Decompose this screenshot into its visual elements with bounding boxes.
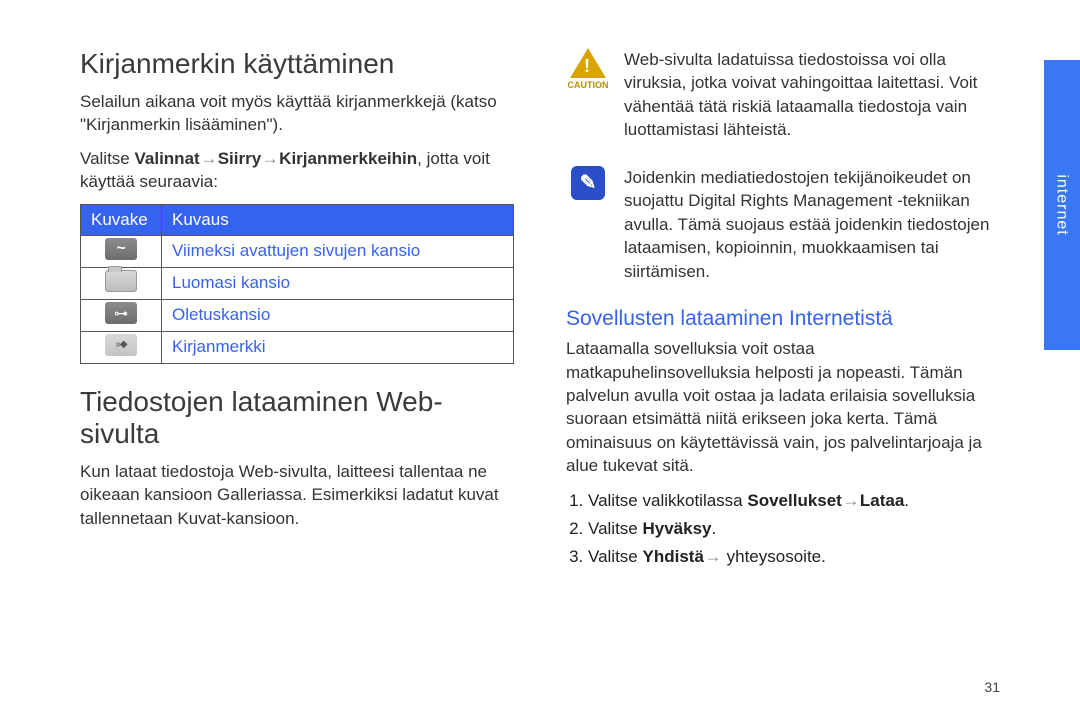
- caution-icon: CAUTION: [566, 48, 610, 152]
- note-block: ✎ Joidenkin mediatiedostojen tekijänoike…: [566, 166, 1000, 293]
- step-2: Valitse Hyväksy.: [588, 516, 1000, 542]
- download-apps-para: Lataamalla sovelluksia voit ostaa matkap…: [566, 337, 1000, 478]
- table-row: Luomasi kansio: [81, 267, 514, 299]
- side-tab-label: internet: [1053, 174, 1071, 235]
- recent-folder-icon: [105, 238, 137, 260]
- note-icon: ✎: [566, 166, 610, 293]
- table-row: Kirjanmerkki: [81, 331, 514, 363]
- arrow-icon: →: [261, 147, 279, 170]
- download-files-para: Kun lataat tiedostoja Web-sivulta, laitt…: [80, 460, 514, 530]
- step-3: Valitse Yhdistä→ yhteysosoite.: [588, 544, 1000, 570]
- arrow-icon: →: [200, 147, 218, 170]
- steps-list: Valitse valikkotilassa Sovellukset→Lataa…: [566, 488, 1000, 571]
- caution-block: CAUTION Web-sivulta ladatuissa tiedostoi…: [566, 48, 1000, 152]
- arrow-icon: →: [704, 544, 722, 570]
- step-1: Valitse valikkotilassa Sovellukset→Lataa…: [588, 488, 1000, 514]
- page-number: 31: [984, 679, 1000, 695]
- caution-text: Web-sivulta ladatuissa tiedostoissa voi …: [624, 48, 1000, 142]
- bookmark-icon: [105, 334, 137, 356]
- arrow-icon: →: [842, 488, 860, 514]
- left-column: Kirjanmerkin käyttäminen Selailun aikana…: [80, 48, 514, 573]
- default-folder-icon: [105, 302, 137, 324]
- right-column: CAUTION Web-sivulta ladatuissa tiedostoi…: [566, 48, 1000, 573]
- side-tab: internet: [1044, 0, 1080, 721]
- heading-bookmark-use: Kirjanmerkin käyttäminen: [80, 48, 514, 80]
- note-text: Joidenkin mediatiedostojen tekijänoikeud…: [624, 166, 1000, 283]
- user-folder-icon: [105, 270, 137, 292]
- table-row: Oletuskansio: [81, 299, 514, 331]
- bookmark-use-para: Selailun aikana voit myös käyttää kirjan…: [80, 90, 514, 137]
- manual-page: Kirjanmerkin käyttäminen Selailun aikana…: [0, 0, 1080, 721]
- heading-download-apps: Sovellusten lataaminen Internetistä: [566, 307, 1000, 331]
- th-desc: Kuvaus: [162, 204, 514, 235]
- th-icon: Kuvake: [81, 204, 162, 235]
- bookmark-nav-para: Valitse Valinnat→Siirry→Kirjanmerkkeihin…: [80, 147, 514, 194]
- table-row: Viimeksi avattujen sivujen kansio: [81, 235, 514, 267]
- heading-download-files: Tiedostojen lataaminen Web-sivulta: [80, 386, 514, 450]
- icon-table: Kuvake Kuvaus Viimeksi avattujen sivujen…: [80, 204, 514, 364]
